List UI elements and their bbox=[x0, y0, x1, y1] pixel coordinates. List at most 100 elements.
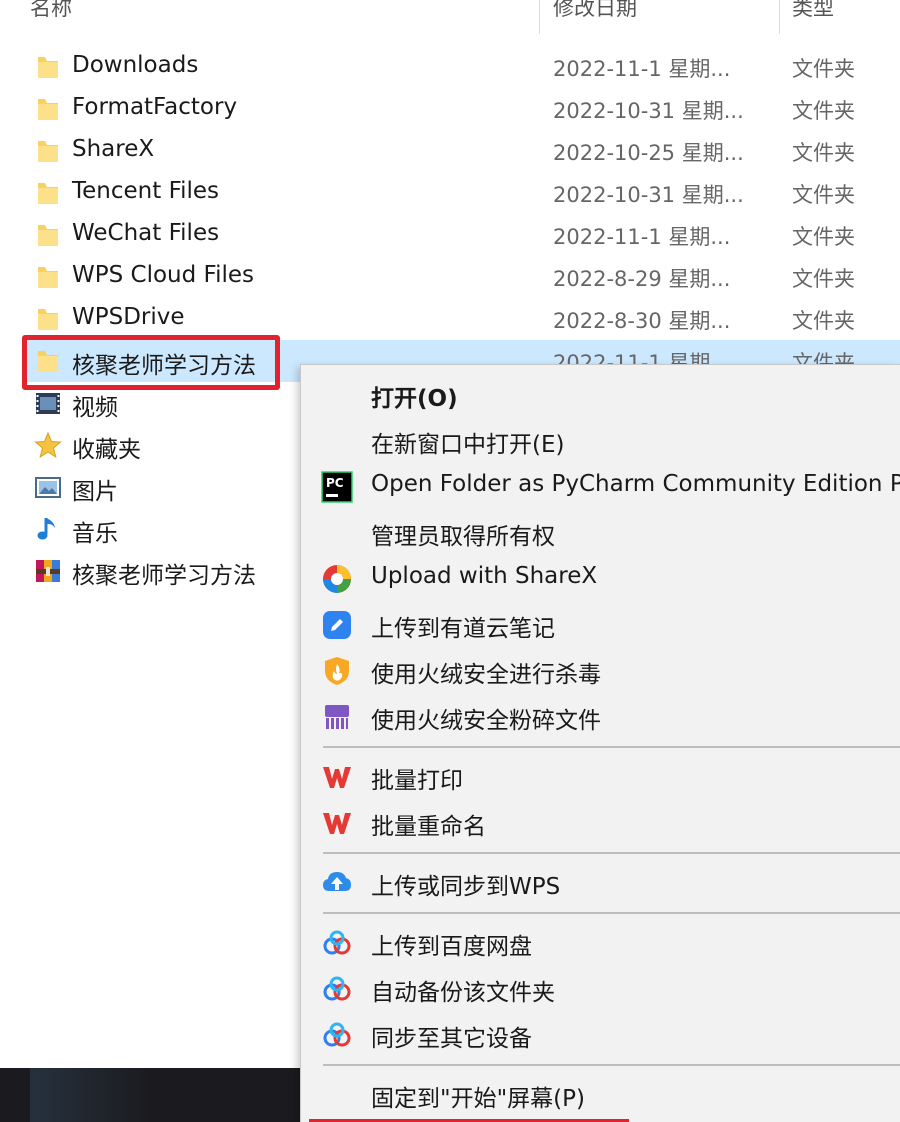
baidu-netdisk-icon bbox=[323, 930, 351, 955]
file-name: 核聚老师学习方法 bbox=[72, 563, 256, 589]
folder-icon bbox=[38, 141, 58, 162]
menu-item-label: 同步至其它设备 bbox=[371, 1026, 532, 1052]
column-divider[interactable] bbox=[539, 0, 540, 34]
huorong-shield-icon bbox=[325, 657, 349, 685]
folder-icon bbox=[38, 57, 58, 78]
menu-item-label: 打开(O) bbox=[371, 386, 458, 412]
taskbar-strip bbox=[0, 1068, 300, 1122]
menu-item-open-new-window[interactable]: 在新窗口中打开(E) bbox=[301, 417, 900, 463]
folder-icon bbox=[38, 267, 58, 288]
menu-item-upload-youdao[interactable]: 上传到有道云笔记 bbox=[301, 601, 900, 647]
menu-item-pin-start[interactable]: 固定到"开始"屏幕(P) bbox=[301, 1071, 900, 1117]
folder-icon bbox=[38, 99, 58, 120]
svg-text:PC: PC bbox=[326, 476, 344, 490]
menu-item-label: 上传或同步到WPS bbox=[371, 874, 561, 900]
video-library-icon bbox=[36, 393, 60, 414]
menu-item-take-ownership[interactable]: 管理员取得所有权 bbox=[301, 509, 900, 555]
archive-icon bbox=[36, 560, 60, 582]
menu-separator bbox=[323, 746, 900, 748]
menu-item-label: 使用火绒安全粉碎文件 bbox=[371, 708, 601, 734]
file-type: 文件夹 bbox=[792, 57, 855, 81]
file-date: 2022-10-25 星期... bbox=[553, 141, 744, 165]
folder-icon bbox=[38, 225, 58, 246]
file-row[interactable]: WPS Cloud Files 2022-8-29 星期... 文件夹 bbox=[0, 256, 900, 298]
file-row[interactable]: FormatFactory 2022-10-31 星期... 文件夹 bbox=[0, 88, 900, 130]
huorong-shredder-icon bbox=[325, 705, 349, 729]
file-date: 2022-8-29 星期... bbox=[553, 267, 731, 291]
file-row[interactable]: WPSDrive 2022-8-30 星期... 文件夹 bbox=[0, 298, 900, 340]
folder-icon bbox=[38, 309, 58, 330]
menu-separator bbox=[323, 912, 900, 914]
menu-item-label: 固定到"开始"屏幕(P) bbox=[371, 1086, 585, 1112]
file-name: WPS Cloud Files bbox=[72, 262, 255, 288]
file-type: 文件夹 bbox=[792, 99, 855, 123]
file-name: 收藏夹 bbox=[72, 437, 141, 463]
file-type: 文件夹 bbox=[792, 141, 855, 165]
file-date: 2022-8-30 星期... bbox=[553, 309, 731, 333]
column-name-header[interactable]: 名称 bbox=[30, 0, 72, 22]
file-date: 2022-11-1 星期... bbox=[553, 57, 731, 81]
column-date-header[interactable]: 修改日期 bbox=[553, 0, 637, 22]
baidu-netdisk-icon bbox=[323, 976, 351, 1001]
menu-separator bbox=[323, 1064, 900, 1066]
menu-item-open-pycharm[interactable]: PC Open Folder as PyCharm Community Edit… bbox=[301, 463, 900, 509]
file-name: 音乐 bbox=[72, 521, 118, 547]
file-name: Tencent Files bbox=[72, 178, 220, 204]
pycharm-icon: PC bbox=[321, 471, 353, 503]
file-name: FormatFactory bbox=[72, 94, 238, 120]
column-type-header[interactable]: 类型 bbox=[792, 0, 834, 22]
pictures-icon bbox=[35, 477, 61, 498]
menu-item-label: 使用火绒安全进行杀毒 bbox=[371, 662, 601, 688]
file-row[interactable]: Downloads 2022-11-1 星期... 文件夹 bbox=[0, 46, 900, 88]
wps-icon bbox=[323, 767, 351, 788]
menu-item-label: 自动备份该文件夹 bbox=[371, 980, 555, 1006]
file-type: 文件夹 bbox=[792, 225, 855, 249]
menu-item-upload-baidu[interactable]: 上传到百度网盘 bbox=[301, 919, 900, 965]
file-row[interactable]: WeChat Files 2022-11-1 星期... 文件夹 bbox=[0, 214, 900, 256]
file-type: 文件夹 bbox=[792, 309, 855, 333]
menu-item-batch-rename[interactable]: 批量重命名 bbox=[301, 799, 900, 845]
baidu-netdisk-icon bbox=[323, 1022, 351, 1047]
menu-item-label: 管理员取得所有权 bbox=[371, 524, 555, 550]
file-name: WPSDrive bbox=[72, 304, 185, 330]
file-date: 2022-10-31 星期... bbox=[553, 183, 744, 207]
menu-item-huorong-scan[interactable]: 使用火绒安全进行杀毒 bbox=[301, 647, 900, 693]
file-name: ShareX bbox=[72, 136, 155, 162]
menu-item-label: Open Folder as PyCharm Community Edition… bbox=[371, 471, 900, 497]
column-header: 名称 修改日期 类型 bbox=[0, 0, 900, 34]
menu-item-huorong-shred[interactable]: 使用火绒安全粉碎文件 bbox=[301, 693, 900, 739]
file-type: 文件夹 bbox=[792, 183, 855, 207]
file-date: 2022-10-31 星期... bbox=[553, 99, 744, 123]
file-date: 2022-11-1 星期... bbox=[553, 225, 731, 249]
menu-item-label: 上传到百度网盘 bbox=[371, 934, 532, 960]
file-row[interactable]: ShareX 2022-10-25 星期... 文件夹 bbox=[0, 130, 900, 172]
menu-item-label: 批量重命名 bbox=[371, 814, 486, 840]
column-divider[interactable] bbox=[779, 0, 780, 34]
menu-item-label: 在新窗口中打开(E) bbox=[371, 432, 565, 458]
menu-item-batch-print[interactable]: 批量打印 bbox=[301, 753, 900, 799]
menu-item-label: Upload with ShareX bbox=[371, 563, 598, 589]
menu-item-auto-backup[interactable]: 自动备份该文件夹 bbox=[301, 965, 900, 1011]
youdao-note-icon bbox=[323, 611, 351, 639]
file-name: Downloads bbox=[72, 52, 199, 78]
wps-icon bbox=[323, 813, 351, 834]
menu-item-open[interactable]: 打开(O) bbox=[301, 371, 900, 417]
sharex-icon bbox=[323, 565, 351, 593]
file-name: WeChat Files bbox=[72, 220, 220, 246]
menu-separator bbox=[323, 852, 900, 854]
file-type: 文件夹 bbox=[792, 267, 855, 291]
folder-icon bbox=[38, 183, 58, 204]
menu-item-label: 上传到有道云笔记 bbox=[371, 616, 555, 642]
file-name: 图片 bbox=[72, 479, 118, 505]
context-menu: 打开(O) 在新窗口中打开(E) PC Open Folder as PyCha… bbox=[300, 364, 900, 1122]
highlight-annotation-box bbox=[22, 335, 280, 390]
star-icon bbox=[34, 431, 62, 459]
menu-item-label: 批量打印 bbox=[371, 768, 463, 794]
file-row[interactable]: Tencent Files 2022-10-31 星期... 文件夹 bbox=[0, 172, 900, 214]
file-name: 视频 bbox=[72, 395, 118, 421]
cloud-upload-icon bbox=[323, 872, 351, 891]
menu-item-upload-sharex[interactable]: Upload with ShareX bbox=[301, 555, 900, 601]
menu-item-sync-wps[interactable]: 上传或同步到WPS bbox=[301, 859, 900, 905]
menu-item-sync-devices[interactable]: 同步至其它设备 bbox=[301, 1011, 900, 1057]
music-note-icon bbox=[37, 518, 55, 540]
